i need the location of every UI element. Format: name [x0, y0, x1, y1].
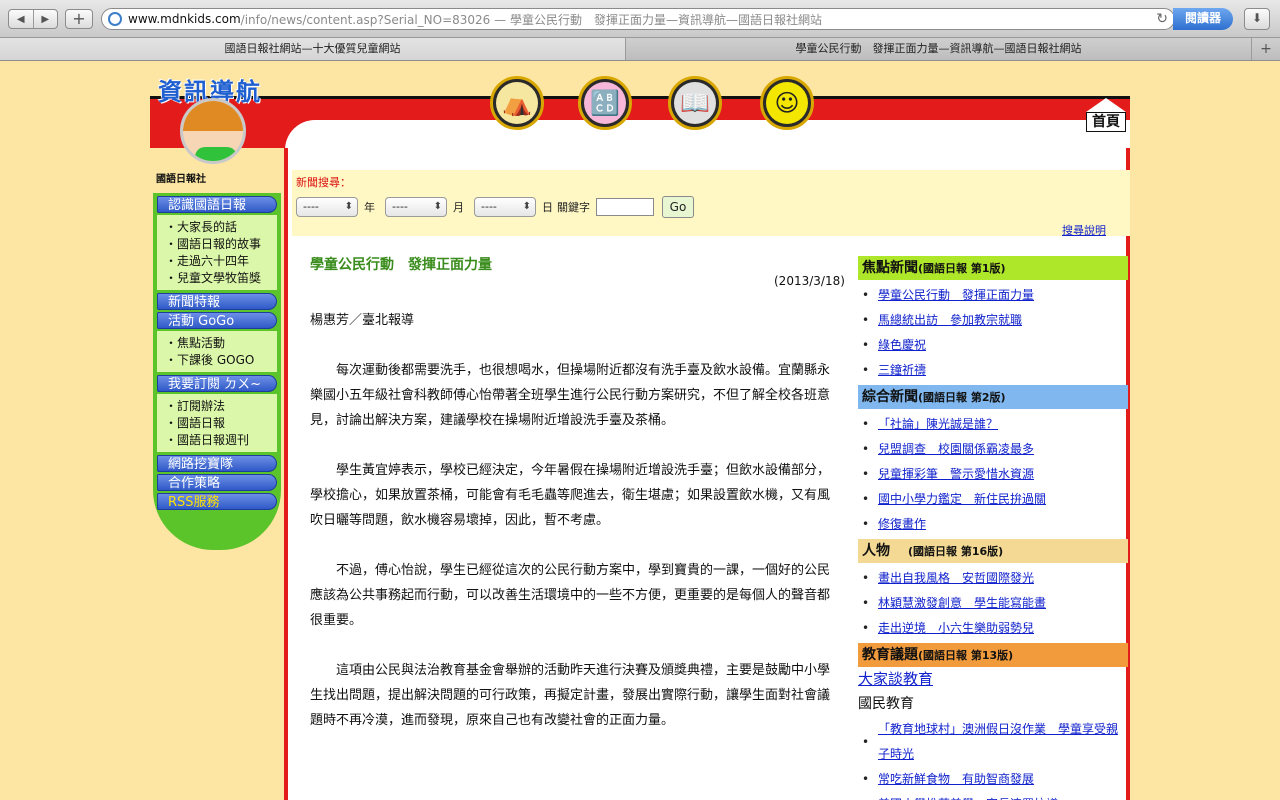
search-row: ---- 年 ---- 月 ---- 日 關鍵字 Go	[296, 196, 694, 218]
focus-news-header: 焦點新聞(國語日報 第1版)	[858, 256, 1128, 280]
tab-bar: 國語日報社網站—十大優質兒童網站 學童公民行動 發揮正面力量—資訊導航—國語日報…	[0, 38, 1280, 61]
list-item[interactable]: ・下課後 GOGO	[165, 352, 277, 369]
menu-activities[interactable]: 活動 GoGo	[157, 312, 277, 329]
forward-arrow-icon[interactable]: ▶	[32, 10, 58, 28]
list-item[interactable]: • 兒盟調查 校園關係霸凌最多	[862, 437, 1128, 462]
education-list: • 「教育地球村」澳洲假日沒作業 學童享受親子時光 • 常吃新鮮食物 有助智商發展 …	[858, 717, 1128, 800]
mascot-image	[180, 98, 246, 164]
page-body: 資訊導航 國語日報社 ⛺ 🔠 📖 ☺ 首頁 認識國語日報 ・大家長的話 ・國語日…	[0, 62, 1280, 800]
article-date: (2013/3/18)	[774, 274, 845, 288]
year-select[interactable]: ----	[296, 197, 358, 217]
right-sidebar: 焦點新聞(國語日報 第1版) • 學童公民行動 發揮正面力量 • 馬總統出訪 參加教…	[858, 256, 1128, 800]
list-item[interactable]: •美國小學推蒔美學 家長連署抗議	[862, 792, 1128, 800]
keyword-input[interactable]	[596, 198, 654, 216]
list-item[interactable]: • 「社論」陳光誠是誰？	[862, 412, 1128, 437]
main-panel: 新聞搜尋： ---- 年 ---- 月 ---- 日 關鍵字 Go 搜尋說明 學…	[284, 148, 1130, 800]
list-item[interactable]: • 馬總統出訪 參加教宗就職	[862, 308, 1128, 333]
new-tab-icon[interactable]: +	[1252, 38, 1280, 60]
list-item[interactable]: • 三鐘祈禱	[862, 358, 1128, 383]
menu-treasure[interactable]: 網路挖寶隊	[157, 455, 277, 472]
search-help-link[interactable]: 搜尋說明	[1062, 222, 1106, 238]
menu-about[interactable]: 認識國語日報	[157, 196, 277, 213]
tent-icon[interactable]: ⛺	[490, 76, 544, 130]
list-item[interactable]: ・國語日報的故事	[165, 236, 277, 253]
list-item[interactable]: • 兒童揮彩筆 警示愛惜水資源	[862, 462, 1128, 487]
day-select[interactable]: ----	[474, 197, 536, 217]
education-subhead: 國民教育	[858, 696, 914, 712]
browser-toolbar: ◀ ▶ + www.mdnkids.com /info/news/content…	[0, 0, 1280, 38]
blocks-icon[interactable]: 🔠	[578, 76, 632, 130]
house-icon	[1086, 98, 1126, 112]
list-item[interactable]: ・訂閱辦法	[165, 398, 277, 415]
article-paragraph: 學生黃宜婷表示，學校已經決定，今年暑假在操場附近增設洗手臺；但飲水設備部分，學校…	[310, 463, 831, 528]
list-item[interactable]: ・國語日報	[165, 415, 277, 432]
general-news-list: • 「社論」陳光誠是誰？ • 兒盟調查 校園關係霸凌最多 • 兒童揮彩筆 警示愛惜水資…	[858, 409, 1128, 539]
list-item[interactable]: • 學童公民行動 發揮正面力量	[862, 283, 1128, 308]
smiley-icon[interactable]: ☺	[760, 76, 814, 130]
year-label: 年	[364, 201, 375, 214]
list-item[interactable]: • 綠色慶祝	[862, 333, 1128, 358]
list-item[interactable]: • 畫出自我風格 安哲國際發光	[862, 566, 1128, 591]
list-item[interactable]: ・國語日報週刊	[165, 432, 277, 449]
tab-article[interactable]: 學童公民行動 發揮正面力量—資訊導航—國語日報社網站	[626, 38, 1252, 60]
add-bookmark-button[interactable]: +	[65, 9, 93, 29]
reload-icon[interactable]: ↻	[1156, 11, 1168, 27]
month-select[interactable]: ----	[385, 197, 447, 217]
book-icon[interactable]: 📖	[668, 76, 722, 130]
back-arrow-icon[interactable]: ◀	[9, 10, 33, 28]
left-menu: 認識國語日報 ・大家長的話 ・國語日報的故事 ・走過六十四年 ・兒童文學牧笛獎 …	[153, 193, 281, 550]
menu-activities-list: ・焦點活動 ・下課後 GOGO	[157, 331, 277, 372]
people-header: 人物 (國語日報 第16版)	[858, 539, 1128, 563]
menu-rss[interactable]: RSS服務	[157, 493, 277, 510]
general-news-header: 綜合新聞(國語日報 第2版)	[858, 385, 1128, 409]
address-bar[interactable]: www.mdnkids.com /info/news/content.asp?S…	[101, 8, 1175, 30]
focus-news-list: • 學童公民行動 發揮正面力量 • 馬總統出訪 參加教宗就職 • 綠色慶祝 • 三鐘祈禱	[858, 280, 1128, 385]
education-talk-link[interactable]: 大家談教育	[858, 667, 1128, 691]
news-search: 新聞搜尋： ---- 年 ---- 月 ---- 日 關鍵字 Go	[292, 170, 1130, 236]
home-link[interactable]: 首頁	[1086, 98, 1126, 132]
menu-news-special[interactable]: 新聞特報	[157, 293, 277, 310]
article-paragraph: 這項由公民與法治教育基金會舉辦的活動昨天進行決賽及頒獎典禮，主要是鼓勵中小學生找…	[310, 663, 831, 728]
keyword-label: 關鍵字	[557, 201, 590, 214]
article-title: 學童公民行動 發揮正面力量	[310, 257, 492, 273]
people-list: • 畫出自我風格 安哲國際發光 • 林穎慧激發創意 學生能寫能畫 • 走出逆境 小六生…	[858, 563, 1128, 643]
publisher-logo[interactable]: 國語日報社	[156, 170, 206, 185]
menu-subscribe-list: ・訂閱辦法 ・國語日報 ・國語日報週刊	[157, 394, 277, 452]
list-item[interactable]: • 常吃新鮮食物 有助智商發展	[862, 767, 1128, 792]
url-path: /info/news/content.asp?Serial_NO=83026 —…	[240, 12, 822, 27]
downloads-icon[interactable]: ⬇	[1244, 8, 1270, 30]
search-title: 新聞搜尋：	[296, 176, 351, 189]
menu-about-list: ・大家長的話 ・國語日報的故事 ・走過六十四年 ・兒童文學牧笛獎	[157, 215, 277, 290]
list-item[interactable]: ・焦點活動	[165, 335, 277, 352]
list-item[interactable]: ・兒童文學牧笛獎	[165, 270, 277, 287]
list-item[interactable]: ・大家長的話	[165, 219, 277, 236]
article-byline: 楊惠芳／臺北報導	[310, 313, 415, 328]
globe-icon	[108, 12, 122, 26]
go-button[interactable]: Go	[662, 196, 694, 218]
list-item[interactable]: • 「教育地球村」澳洲假日沒作業 學童享受親子時光	[862, 717, 1128, 767]
list-item[interactable]: ・走過六十四年	[165, 253, 277, 270]
url-host: www.mdnkids.com	[128, 12, 241, 26]
menu-cooperation[interactable]: 合作策略	[157, 474, 277, 491]
reader-button[interactable]: 閱讀器	[1173, 8, 1233, 30]
home-label: 首頁	[1086, 112, 1126, 132]
day-label: 日	[542, 201, 553, 214]
site-container: 資訊導航 國語日報社 ⛺ 🔠 📖 ☺ 首頁 認識國語日報 ・大家長的話 ・國語日…	[150, 62, 1130, 800]
list-item[interactable]: • 走出逆境 小六生樂助弱勢兒	[862, 616, 1128, 641]
tab-home[interactable]: 國語日報社網站—十大優質兒童網站	[0, 38, 626, 60]
article-paragraph: 不過，傅心怡說，學生已經從這次的公民行動方案中，學到寶貴的一課，一個好的公民應該…	[310, 563, 831, 628]
article-body: 楊惠芳／臺北報導 每次運動後都需要洗手，也很想喝水，但操場附近都沒有洗手臺及飲水…	[310, 308, 842, 758]
month-label: 月	[453, 201, 464, 214]
back-forward-buttons: ◀ ▶	[8, 9, 58, 29]
list-item[interactable]: • 國中小學力鑑定 新住民拚過關	[862, 487, 1128, 512]
list-item[interactable]: • 修復畫作	[862, 512, 1128, 537]
menu-subscribe[interactable]: 我要訂閱 ㄉㄨ~	[157, 375, 277, 392]
list-item[interactable]: • 林穎慧激發創意 學生能寫能畫	[862, 591, 1128, 616]
education-header: 教育議題(國語日報 第13版)	[858, 643, 1128, 667]
article-paragraph: 每次運動後都需要洗手，也很想喝水，但操場附近都沒有洗手臺及飲水設備。宜蘭縣永樂國…	[310, 363, 831, 428]
